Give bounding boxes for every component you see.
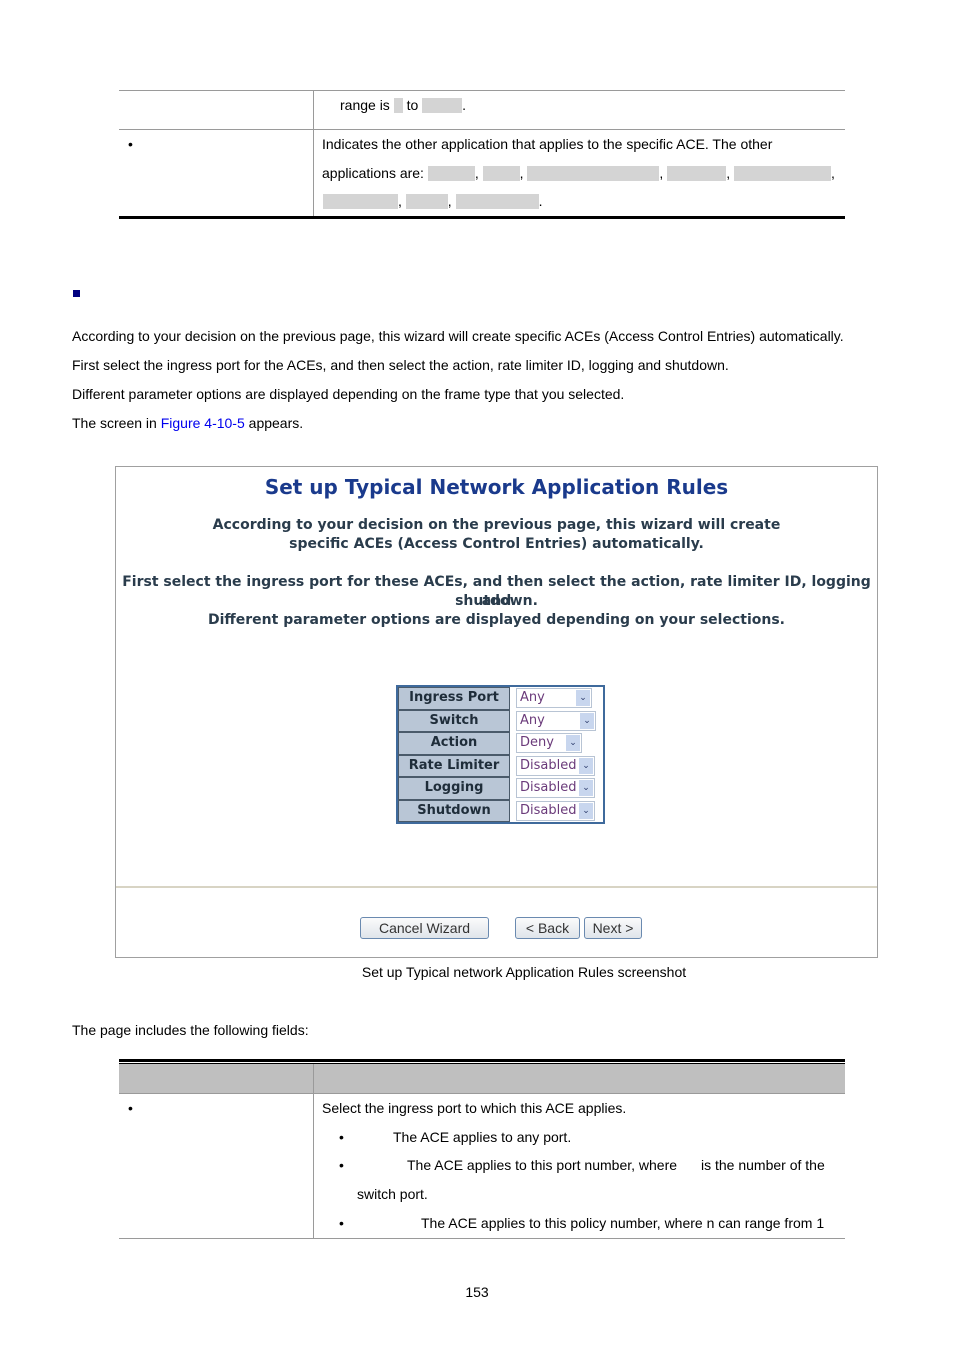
fields-table-bottom-border	[119, 1238, 845, 1239]
param-label: Logging	[398, 777, 510, 800]
option-any-description: The ACE applies to any port.	[393, 1129, 572, 1145]
back-button[interactable]: < Back	[515, 917, 580, 939]
select-value: Disabled	[520, 780, 577, 795]
chevron-down-icon: ⌄	[579, 802, 593, 819]
redacted-app	[455, 194, 539, 209]
chevron-down-icon: ⌄	[576, 690, 590, 706]
range-mid: to	[406, 97, 419, 113]
select-value: Any	[520, 690, 545, 705]
section-paragraph-4: The screen in Figure 4-10-5 appears.	[72, 415, 303, 431]
action-select[interactable]: Deny ⌄	[516, 733, 582, 753]
redacted-app	[667, 166, 727, 181]
fields-table-top-border	[119, 1059, 845, 1062]
switch-select[interactable]: Any ⌄	[516, 710, 596, 731]
comma: ,	[519, 165, 524, 181]
figure-link[interactable]: Figure 4-10-5	[161, 415, 245, 431]
option-policy-description: The ACE applies to this policy number, w…	[421, 1215, 825, 1231]
table-bottom-border	[119, 216, 845, 219]
ingress-port-description: Select the ingress port to which this AC…	[322, 1100, 627, 1116]
redacted-app	[323, 194, 398, 209]
other-app-description: Indicates the other application that app…	[322, 136, 773, 152]
section-paragraph-1: According to your decision on the previo…	[72, 328, 844, 344]
other-app-list-line1: applications are: , , , , ,	[322, 165, 835, 181]
bullet: •	[339, 1129, 344, 1145]
redacted-value	[422, 98, 463, 113]
comma: ,	[830, 165, 835, 181]
param-label: Rate Limiter ID	[398, 754, 510, 793]
comma: ,	[474, 165, 479, 181]
wizard-desc-1b: specific ACEs (Access Control Entries) a…	[289, 536, 704, 552]
bullet: •	[128, 1100, 133, 1116]
next-button[interactable]: Next >	[584, 917, 642, 939]
fields-table-column-divider	[313, 1064, 314, 1238]
apps-prefix: applications are:	[322, 165, 424, 181]
select-value: Disabled	[520, 802, 577, 818]
fields-table-header	[119, 1064, 845, 1093]
ingress-port-select[interactable]: Any ⌄	[516, 688, 592, 708]
bullet: •	[128, 136, 133, 152]
other-app-list-line2: , , .	[322, 193, 542, 209]
option-port-description-cont: switch port.	[357, 1186, 428, 1202]
section-paragraph-3: Different parameter options are displaye…	[72, 386, 625, 402]
cancel-wizard-button[interactable]: Cancel Wizard	[360, 917, 489, 939]
chevron-down-icon: ⌄	[580, 712, 594, 729]
logging-select[interactable]: Disabled ⌄	[516, 778, 595, 798]
button-area-separator	[116, 886, 877, 888]
param-label: Switch	[398, 709, 510, 732]
redacted-app	[427, 166, 475, 181]
param-row-switch: Switch Any ⌄	[398, 709, 603, 732]
param-label: Ingress Port	[398, 687, 510, 710]
fields-intro: The page includes the following fields:	[72, 1022, 309, 1038]
redacted-app	[405, 194, 448, 209]
wizard-title: Set up Typical Network Application Rules	[264, 475, 729, 499]
comma: ,	[447, 193, 452, 209]
option-port-description-b: is the number of the	[701, 1157, 825, 1173]
period: .	[538, 193, 543, 209]
section-square-bullet	[73, 290, 80, 297]
bullet: •	[339, 1157, 344, 1173]
chevron-down-icon: ⌄	[579, 757, 593, 774]
range-end: .	[462, 97, 467, 113]
param-row-action: Action Deny ⌄	[398, 732, 603, 755]
range-prefix: range is	[340, 97, 390, 113]
redacted-app	[733, 166, 831, 181]
param-row-ingress-port: Ingress Port Any ⌄	[398, 687, 603, 710]
wizard-desc-1a: According to your decision on the previo…	[212, 517, 781, 533]
wizard-desc-2c: Different parameter options are displaye…	[208, 612, 785, 628]
table-row-divider	[119, 129, 845, 130]
chevron-down-icon: ⌄	[566, 735, 580, 751]
param-row-logging: Logging Disabled ⌄	[398, 777, 603, 800]
param-label: Action	[398, 732, 510, 755]
select-value: Disabled	[520, 757, 577, 773]
comma: ,	[398, 193, 402, 209]
para4-prefix: The screen in	[72, 415, 161, 431]
bullet: •	[339, 1215, 344, 1231]
parameter-table: Ingress Port Any ⌄ Switch Any ⌄ Action Den…	[396, 685, 605, 824]
select-value: Deny	[520, 735, 554, 750]
section-paragraph-2: First select the ingress port for the AC…	[72, 357, 729, 373]
table-top-border	[119, 90, 845, 91]
redacted-app	[527, 166, 660, 181]
para4-suffix: appears.	[244, 415, 304, 431]
param-row-rate-limiter: Rate Limiter ID Disabled⌄	[398, 754, 603, 793]
param-row-shutdown: Shutdown Disabled ⌄	[398, 799, 603, 822]
rate-limiter-select[interactable]: Disabled ⌄	[516, 755, 595, 776]
chevron-down-icon: ⌄	[579, 780, 593, 796]
table-column-divider	[313, 90, 314, 216]
select-value: Any	[520, 712, 545, 728]
wizard-screenshot: Set up Typical Network Application Rules…	[115, 466, 878, 958]
figure-caption: Set up Typical network Application Rules…	[361, 964, 687, 980]
comma: ,	[726, 165, 731, 181]
shutdown-select[interactable]: Disabled ⌄	[516, 800, 595, 821]
option-port-description: The ACE applies to this port number, whe…	[407, 1157, 678, 1173]
range-text: range is to .	[340, 97, 466, 113]
wizard-desc-2b: shutdown.	[455, 593, 538, 609]
comma: ,	[659, 165, 664, 181]
redacted-app	[482, 166, 520, 181]
fields-table-header-divider	[119, 1093, 845, 1094]
redacted-value	[393, 98, 403, 113]
page-number: 153	[465, 1284, 489, 1300]
param-label: Shutdown	[398, 799, 510, 822]
